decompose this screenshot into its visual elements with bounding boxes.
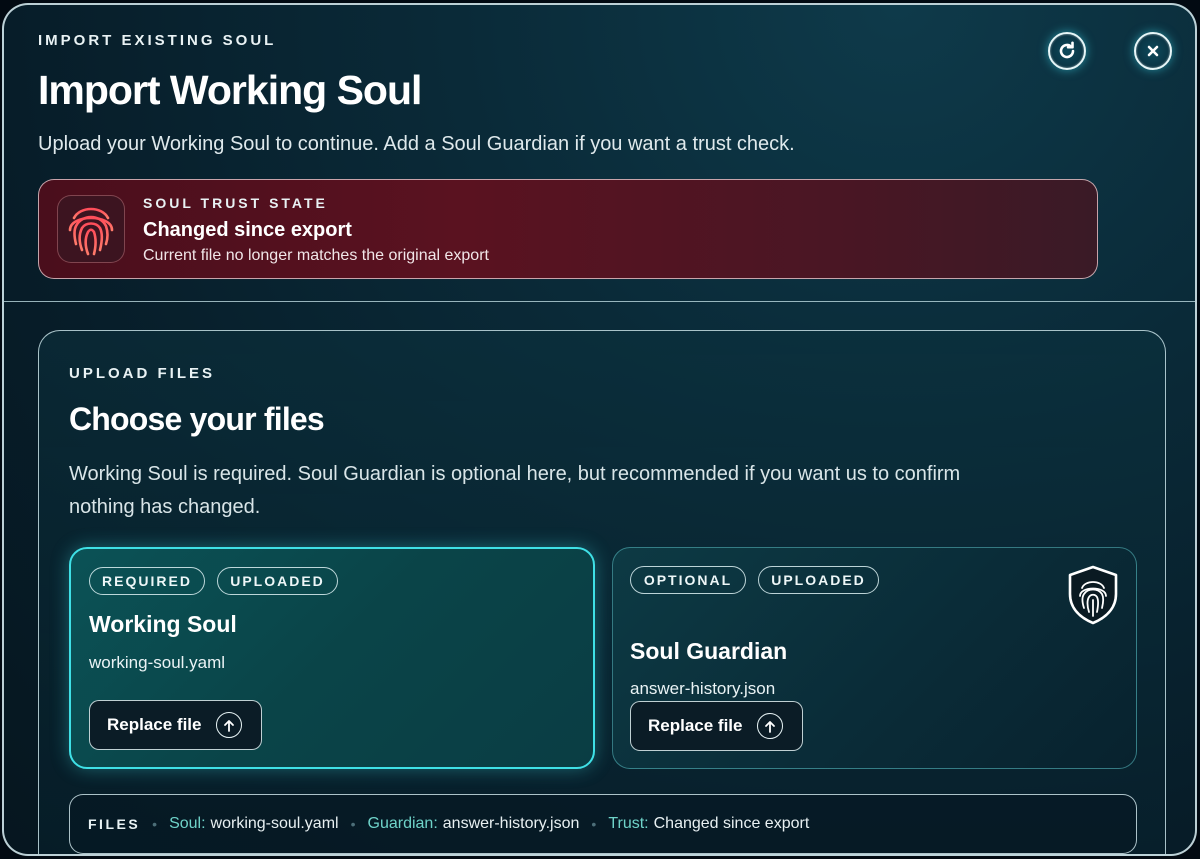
replace-button-label: Replace file <box>648 716 743 735</box>
trust-description: Current file no longer matches the origi… <box>143 247 489 264</box>
files-summary-bar: FILES • Soul: working-soul.yaml • Guardi… <box>69 794 1137 854</box>
trust-eyebrow: SOUL TRUST STATE <box>143 195 328 211</box>
soul-value: working-soul.yaml <box>210 815 339 832</box>
replace-button-label: Replace file <box>107 715 202 734</box>
replace-working-soul-button[interactable]: Replace file <box>89 700 262 750</box>
replace-soul-guardian-button[interactable]: Replace file <box>630 701 803 751</box>
modal-header: IMPORT EXISTING SOUL Import Working Soul… <box>4 5 1195 302</box>
refresh-icon <box>1059 41 1075 59</box>
separator-dot: • <box>350 816 356 832</box>
uploaded-badge: UPLOADED <box>758 566 879 594</box>
header-eyebrow: IMPORT EXISTING SOUL <box>38 32 277 49</box>
close-icon <box>1147 45 1159 57</box>
soul-guardian-filename: answer-history.json <box>630 679 776 698</box>
soul-guardian-title: Soul Guardian <box>630 638 788 664</box>
refresh-button[interactable] <box>1048 32 1086 70</box>
working-soul-card[interactable]: REQUIRED UPLOADED Working Soul working-s… <box>69 547 595 769</box>
upload-title: Choose your files <box>69 401 325 437</box>
optional-badge: OPTIONAL <box>630 566 746 594</box>
working-soul-filename: working-soul.yaml <box>89 653 226 672</box>
guardian-value: answer-history.json <box>442 815 580 832</box>
arrow-up-icon <box>215 712 242 738</box>
fingerprint-icon <box>57 195 125 263</box>
close-button[interactable] <box>1134 32 1172 70</box>
required-badge: REQUIRED <box>89 567 205 595</box>
separator-dot: • <box>152 816 158 832</box>
page-title: Import Working Soul <box>38 67 422 113</box>
files-label: FILES <box>88 816 141 832</box>
import-modal: IMPORT EXISTING SOUL Import Working Soul… <box>2 3 1197 856</box>
arrow-up-icon <box>756 713 783 739</box>
upload-eyebrow: UPLOAD FILES <box>69 365 216 382</box>
soul-key: Soul: <box>169 815 206 832</box>
working-soul-title: Working Soul <box>89 611 237 637</box>
upload-description: Working Soul is required. Soul Guardian … <box>69 463 961 518</box>
guardian-key: Guardian: <box>367 815 438 832</box>
trust-key: Trust: <box>608 815 649 832</box>
uploaded-badge: UPLOADED <box>217 567 338 595</box>
soul-guardian-card[interactable]: OPTIONAL UPLOADED Soul Guardian answer-h… <box>612 547 1137 769</box>
page-subtitle: Upload your Working Soul to continue. Ad… <box>38 133 795 155</box>
separator-dot: • <box>591 816 597 832</box>
trust-title: Changed since export <box>143 219 352 241</box>
upload-panel: UPLOAD FILES Choose your files Working S… <box>38 330 1166 854</box>
shield-fingerprint-icon <box>1068 565 1118 625</box>
trust-value: Changed since export <box>653 815 810 832</box>
trust-state-banner: SOUL TRUST STATE Changed since export Cu… <box>38 179 1098 279</box>
